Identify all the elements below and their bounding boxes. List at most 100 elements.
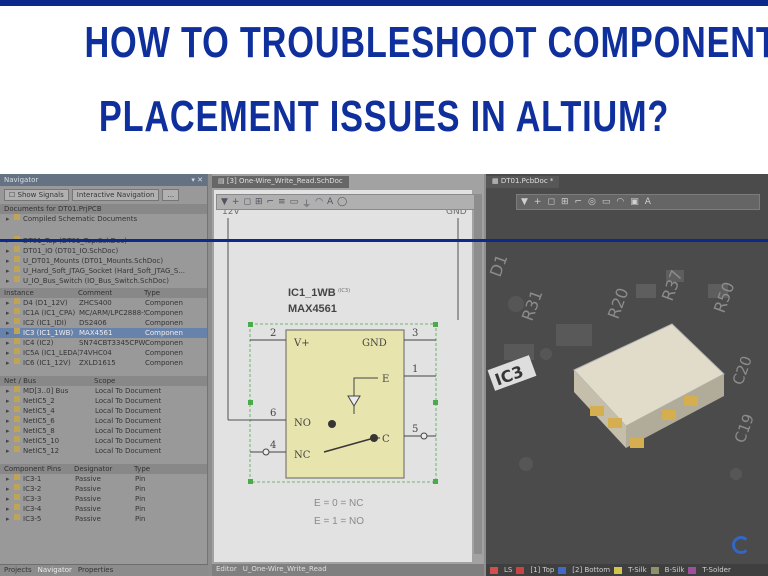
- pin-row[interactable]: ▸ IC3-5 Passive Pin: [0, 514, 207, 524]
- document-item[interactable]: ▸ U_IO_Bus_Switch (IO_Bus_Switch.SchDoc): [0, 276, 207, 286]
- arc-icon[interactable]: ◠: [616, 197, 624, 207]
- middle-rule: [0, 239, 768, 242]
- pcb-doc-tab[interactable]: ▦ DT01.PcbDoc *: [486, 176, 560, 188]
- pin-row[interactable]: ▸ IC3-2 Passive Pin: [0, 484, 207, 494]
- truth-note-2: E = 1 = NO: [314, 516, 364, 527]
- interactive-navigation-button[interactable]: Interactive Navigation: [71, 189, 160, 201]
- align-icon[interactable]: ⊞: [255, 197, 263, 207]
- tab-properties[interactable]: Properties: [78, 566, 113, 575]
- cell: ZXLD1615: [79, 359, 116, 367]
- panel-controls-icon[interactable]: ▾ ✕: [191, 176, 203, 184]
- add-icon[interactable]: +: [232, 197, 240, 207]
- expand-icon: ▸: [6, 215, 10, 223]
- add-icon[interactable]: +: [534, 197, 542, 207]
- editor-tab[interactable]: Editor: [216, 565, 237, 575]
- layer-top-tab[interactable]: [1] Top: [530, 566, 554, 574]
- select-icon[interactable]: ◻: [547, 197, 554, 207]
- component-icon[interactable]: ▣: [630, 197, 639, 207]
- shape-icon[interactable]: ◯: [337, 197, 347, 207]
- cell: Passive: [75, 475, 101, 483]
- expand-icon: ▸: [6, 309, 10, 317]
- net-row[interactable]: ▸ NetIC5_8 Local To Document: [0, 426, 207, 436]
- layer-set-tab[interactable]: LS: [504, 566, 512, 574]
- component-icon: [14, 308, 20, 314]
- document-item[interactable]: ▸ U_DT01_Mounts (DT01_Mounts.SchDoc): [0, 256, 207, 266]
- text-icon[interactable]: A: [645, 197, 651, 207]
- layer-tsolder-tab[interactable]: T-Solder: [702, 566, 730, 574]
- filter-icon[interactable]: ▼: [221, 197, 228, 207]
- arc-icon[interactable]: ◠: [315, 197, 323, 207]
- layer-bottom-tab[interactable]: [2] Bottom: [572, 566, 610, 574]
- sel-handle-tr[interactable]: [433, 322, 438, 327]
- document-tab[interactable]: U_One-Wire_Write_Read: [243, 565, 327, 575]
- component-icon: [14, 504, 20, 510]
- show-signals-toggle[interactable]: ☐ Show Signals: [4, 189, 69, 201]
- net-row[interactable]: ▸ NetIC5_12 Local To Document: [0, 446, 207, 456]
- pin-5-endpoint: [420, 432, 428, 440]
- filter-icon[interactable]: ▼: [521, 197, 528, 207]
- pin-row[interactable]: ▸ IC3-1 Passive Pin: [0, 474, 207, 484]
- expand-icon: ▸: [6, 515, 10, 523]
- tab-projects[interactable]: Projects: [4, 566, 32, 575]
- align-icon[interactable]: ⊞: [561, 197, 569, 207]
- tab-navigator[interactable]: Navigator: [38, 566, 72, 575]
- port-icon[interactable]: ▭: [290, 197, 299, 207]
- power-icon[interactable]: ⏚: [302, 197, 311, 210]
- pcb-editor: D1 R31 R20 R37 R50 C20 C19 IC3 ▦ DT01.Pc…: [486, 174, 768, 576]
- net-row[interactable]: ▸ MD[3..0] Bus Local To Document: [0, 386, 207, 396]
- expand-icon: ▸: [6, 417, 10, 425]
- instance-row[interactable]: ▸ IC5A (IC1_LEDA) 74VHC04 Componen: [0, 348, 207, 358]
- fill-icon[interactable]: ▭: [602, 197, 611, 207]
- expand-icon: ▸: [6, 329, 10, 337]
- schematic-doc-tab[interactable]: ▤ [3] One-Wire_Write_Read.SchDoc: [212, 176, 349, 188]
- sel-handle-ml[interactable]: [248, 400, 253, 405]
- instance-row[interactable]: ▸ IC2 (IC1_IDI) DS2406 Componen: [0, 318, 207, 328]
- component-icon: [14, 474, 20, 480]
- layer-tsilk-tab[interactable]: T-Silk: [628, 566, 647, 574]
- pin-row[interactable]: ▸ IC3-3 Passive Pin: [0, 494, 207, 504]
- component-icon: [14, 396, 20, 402]
- pin-row[interactable]: ▸ IC3-4 Passive Pin: [0, 504, 207, 514]
- component-icon: [14, 358, 20, 364]
- layer-bsilk-tab[interactable]: B-Silk: [665, 566, 685, 574]
- via-icon[interactable]: ◎: [588, 197, 596, 207]
- cell: Local To Document: [95, 417, 162, 425]
- schematic-scrollbar[interactable]: [474, 194, 482, 554]
- cell: IC1A (IC1_CPA): [23, 309, 76, 317]
- instance-row[interactable]: ▸ D4 (D1_12V) ZHCS400 Componen: [0, 298, 207, 308]
- instance-row[interactable]: ▸ IC3 (IC1_1WB) MAX4561 Componen: [0, 328, 207, 338]
- net-row[interactable]: ▸ NetIC5_2 Local To Document: [0, 396, 207, 406]
- pin-vplus-label: V+: [293, 338, 310, 349]
- component-icon: [14, 348, 20, 354]
- ic3-pad-5: [684, 396, 698, 406]
- sel-handle-tl[interactable]: [248, 322, 253, 327]
- pcb-view[interactable]: D1 R31 R20 R37 R50 C20 C19 IC3: [486, 174, 768, 576]
- compiled-docs-row[interactable]: ▸ Compiled Schematic Documents: [0, 214, 207, 224]
- route-icon[interactable]: ⌐: [575, 197, 583, 207]
- expand-icon: ▸: [6, 319, 10, 327]
- bus-icon[interactable]: ≡: [278, 197, 286, 207]
- instance-row[interactable]: ▸ IC1A (IC1_CPA) MC/ARM/LPC2888-5 Componen: [0, 308, 207, 318]
- cell: Componen: [145, 359, 183, 367]
- net-row[interactable]: ▸ NetIC5_6 Local To Document: [0, 416, 207, 426]
- instance-row[interactable]: ▸ IC4 (IC2) SN74CBT3345CPWR Componen: [0, 338, 207, 348]
- sel-handle-mr[interactable]: [433, 400, 438, 405]
- navigator-header: Navigator ▾ ✕: [0, 174, 207, 186]
- document-item[interactable]: ▸ DT01_IO (DT01_IO.SchDoc): [0, 246, 207, 256]
- expand-icon: ▸: [6, 447, 10, 455]
- component-icon: [14, 328, 20, 334]
- cell: Pin: [135, 485, 146, 493]
- more-options-button[interactable]: ...: [162, 189, 180, 201]
- net-row[interactable]: ▸ NetIC5_10 Local To Document: [0, 436, 207, 446]
- wire-icon[interactable]: ⌐: [267, 197, 275, 207]
- schematic-sheet[interactable]: 12V GND IC1_1WB (IC3) MAX4561 2 3 1 6 5 …: [214, 190, 472, 562]
- text-icon[interactable]: A: [327, 197, 333, 207]
- sel-handle-br[interactable]: [433, 479, 438, 484]
- select-icon[interactable]: ◻: [243, 197, 250, 207]
- sel-handle-bl[interactable]: [248, 479, 253, 484]
- net-row[interactable]: ▸ NetIC5_4 Local To Document: [0, 406, 207, 416]
- document-item[interactable]: ▸ U_Hard_Soft_JTAG_Socket (Hard_Soft_JTAG…: [0, 266, 207, 276]
- instance-row[interactable]: ▸ IC6 (IC1_12V) ZXLD1615 Componen: [0, 358, 207, 368]
- via-3: [519, 457, 533, 471]
